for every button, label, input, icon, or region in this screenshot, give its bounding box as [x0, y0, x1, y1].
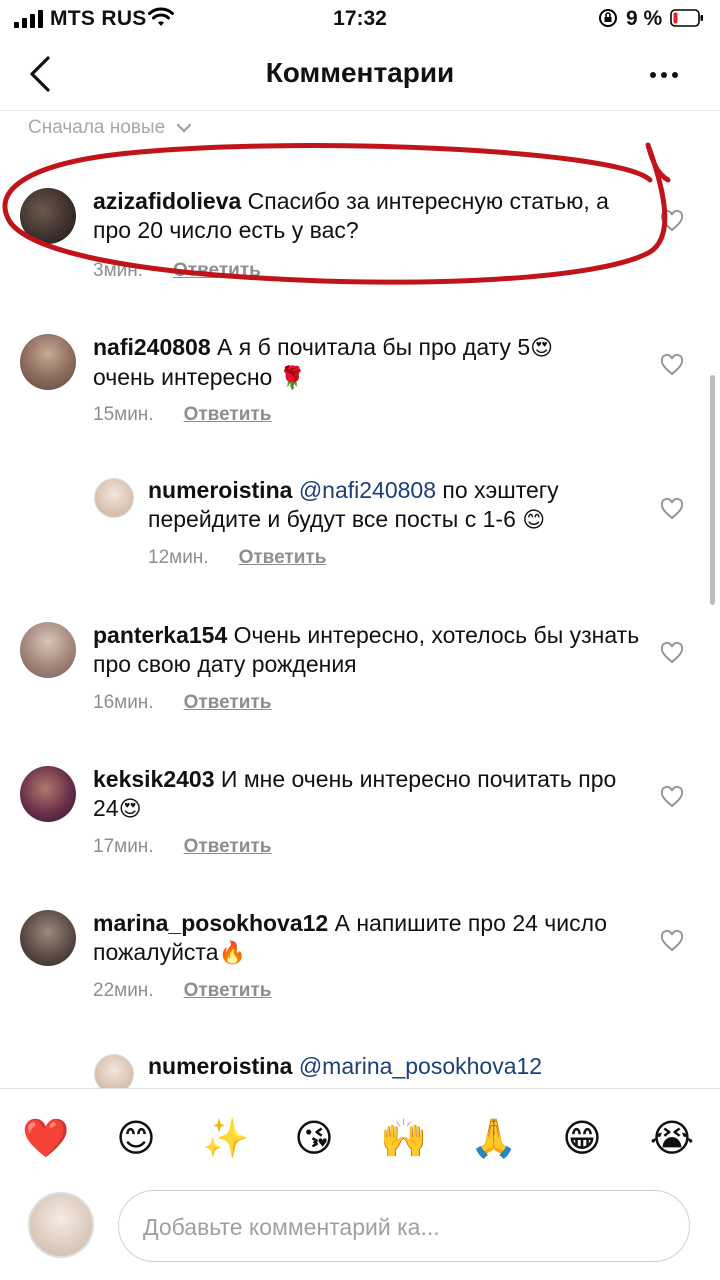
status-bar: MTS RUS 17:32 9 %: [0, 0, 720, 40]
mention-link[interactable]: @nafi240808: [299, 477, 436, 503]
comment-time: 22мин.: [93, 980, 154, 1001]
quick-emoji-grin[interactable]: 😁: [554, 1108, 610, 1168]
comment-composer: [0, 1186, 720, 1266]
comment-meta: 17мин. Ответить: [93, 836, 271, 858]
reply-button[interactable]: Ответить: [184, 692, 272, 714]
avatar[interactable]: [94, 1054, 134, 1088]
comment-text: keksik2403 И мне очень интересно почитат…: [93, 765, 633, 824]
avatar[interactable]: [20, 334, 76, 390]
like-heart-icon[interactable]: [660, 210, 684, 232]
quick-emoji-bar: ❤️ 😊 ✨ 😘 🙌 🙏 😁 😭: [0, 1108, 720, 1168]
reply-comment-item: numeroistina @marina_posokhova12: [0, 1050, 720, 1088]
header: Комментарии: [0, 40, 720, 110]
sort-selector[interactable]: Сначала новые: [28, 117, 193, 139]
avatar[interactable]: [20, 622, 76, 678]
smile-emoji: 😊: [522, 508, 546, 533]
composer-divider: [0, 1088, 720, 1089]
comment-username[interactable]: numeroistina: [148, 477, 292, 503]
fire-emoji: 🔥: [218, 941, 246, 966]
comment-username[interactable]: panterka154: [93, 622, 227, 648]
sort-label: Сначала новые: [28, 117, 166, 138]
reply-button[interactable]: Ответить: [184, 404, 272, 426]
comment-text: numeroistina @nafi240808 по хэштегу пере…: [148, 476, 628, 535]
battery-icon: [670, 9, 703, 27]
my-avatar: [28, 1192, 94, 1258]
comment-meta: 15мин. Ответить: [93, 404, 271, 426]
quick-emoji-kiss[interactable]: 😘: [286, 1108, 342, 1168]
reply-button[interactable]: Ответить: [173, 260, 261, 282]
comment-time: 16мин.: [93, 692, 154, 713]
comment-text: marina_posokhova12 А напишите про 24 чис…: [93, 909, 653, 968]
comment-time: 17мин.: [93, 836, 154, 857]
comment-username[interactable]: azizafidolieva: [93, 188, 241, 214]
comment-time: 15мин.: [93, 404, 154, 425]
header-divider: [0, 110, 720, 111]
quick-emoji-sparkles[interactable]: ✨: [198, 1108, 254, 1168]
quick-emoji-smile[interactable]: 😊: [108, 1108, 164, 1168]
comment-meta: 22мин. Ответить: [93, 980, 271, 1002]
scrollbar[interactable]: [710, 375, 715, 605]
rose-emoji: 🌹: [278, 366, 307, 391]
mention-link[interactable]: @marina_posokhova12: [299, 1053, 542, 1079]
heart-eyes-emoji: 😍: [530, 336, 554, 361]
comment-time: 12мин.: [148, 547, 209, 568]
battery-percent: 9 %: [626, 7, 663, 30]
comment-body-line2: очень интересно: [93, 364, 273, 390]
avatar[interactable]: [94, 478, 134, 518]
comment-text: numeroistina @marina_posokhova12: [148, 1052, 648, 1081]
comment-time: 3мин.: [93, 260, 144, 281]
comment-text: nafi240808 А я б почитала бы про дату 5😍…: [93, 333, 653, 393]
comment-username[interactable]: nafi240808: [93, 334, 211, 360]
comment-meta: 16мин. Ответить: [93, 692, 271, 714]
comment-text: panterka154 Очень интересно, хотелось бы…: [93, 621, 653, 679]
comment-username[interactable]: marina_posokhova12: [93, 910, 328, 936]
rotation-lock-icon: [599, 9, 617, 27]
reply-button[interactable]: Ответить: [184, 836, 272, 858]
avatar[interactable]: [20, 766, 76, 822]
heart-eyes-emoji: 😍: [118, 797, 142, 822]
reply-button[interactable]: Ответить: [184, 980, 272, 1002]
avatar[interactable]: [20, 910, 76, 966]
quick-emoji-pray[interactable]: 🙏: [466, 1108, 522, 1168]
like-heart-icon[interactable]: [660, 498, 684, 520]
page-title: Комментарии: [265, 57, 455, 88]
quick-emoji-raised-hands[interactable]: 🙌: [376, 1108, 432, 1168]
like-heart-icon[interactable]: [660, 354, 684, 376]
like-heart-icon[interactable]: [660, 642, 684, 664]
more-options-icon[interactable]: [650, 72, 680, 80]
reply-button[interactable]: Ответить: [239, 547, 327, 569]
comment-meta: 3мин. Ответить: [93, 260, 261, 282]
quick-emoji-sob[interactable]: 😭: [644, 1108, 700, 1168]
comment-input[interactable]: [141, 1191, 665, 1263]
comment-input-box[interactable]: [118, 1190, 690, 1263]
like-heart-icon[interactable]: [660, 786, 684, 808]
chevron-down-icon: [176, 123, 192, 133]
comment-meta: 12мин. Ответить: [148, 547, 326, 569]
like-heart-icon[interactable]: [660, 930, 684, 952]
comment-body: А я б почитала бы про дату 5: [217, 334, 531, 360]
comment-username[interactable]: keksik2403: [93, 766, 215, 792]
comment-text: azizafidolieva Спасибо за интересную ста…: [93, 187, 653, 245]
comment-username[interactable]: numeroistina: [148, 1053, 292, 1079]
quick-emoji-heart[interactable]: ❤️: [18, 1108, 74, 1168]
avatar[interactable]: [20, 188, 76, 244]
